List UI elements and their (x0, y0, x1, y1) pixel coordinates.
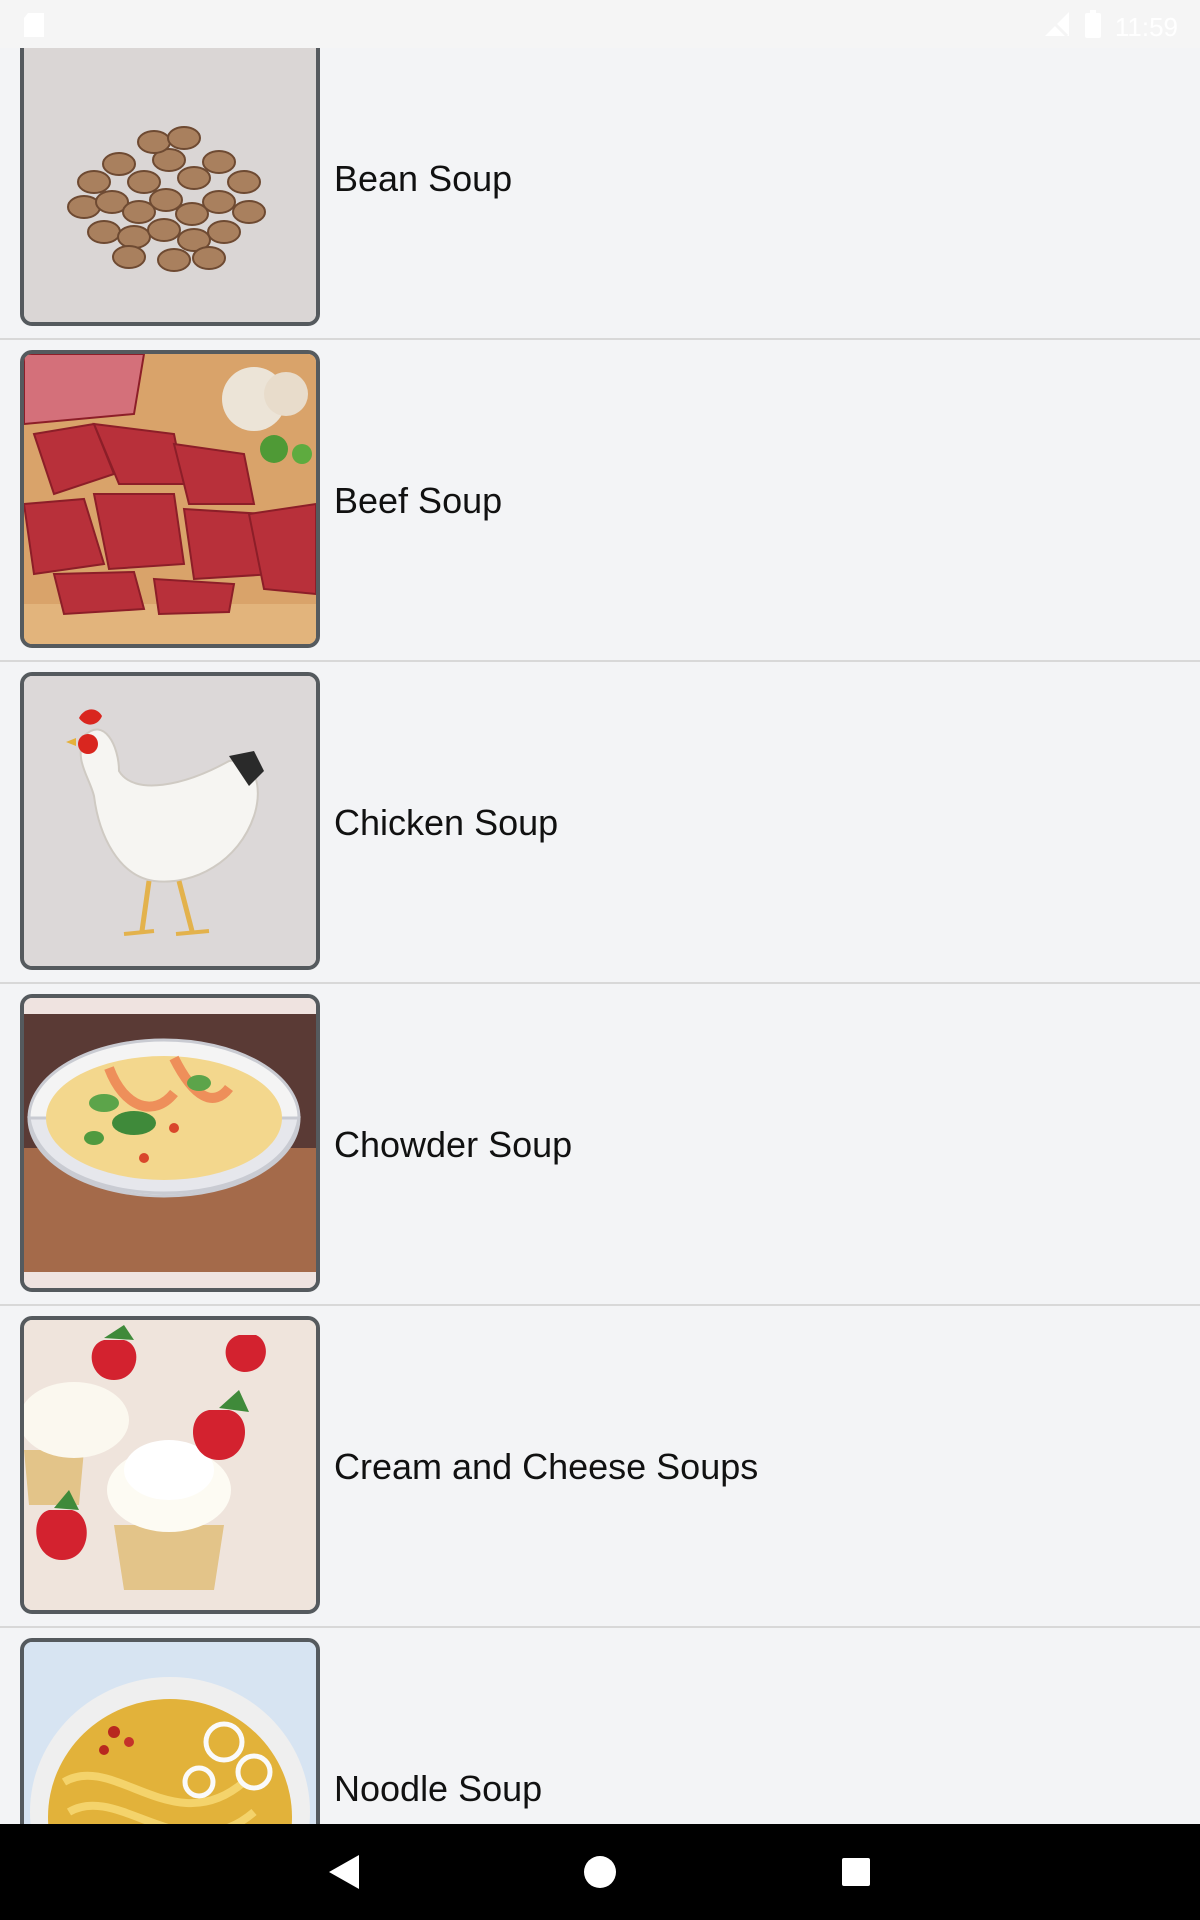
home-icon[interactable] (576, 1848, 624, 1896)
list-item-label: Chowder Soup (334, 1124, 573, 1165)
list-item-bean-soup[interactable]: Bean Soup (0, 48, 1200, 340)
list-item-label: Bean Soup (334, 158, 513, 199)
noodle-bowl-image (20, 1638, 320, 1824)
chicken-image (20, 672, 320, 970)
recents-icon[interactable] (832, 1848, 880, 1896)
beans-image (20, 48, 320, 326)
list-item-label: Cream and Cheese Soups (334, 1446, 759, 1487)
chowder-bowl-image (20, 994, 320, 1292)
status-icons: 11:59 (1043, 10, 1178, 45)
battery-icon (1084, 10, 1101, 45)
list-item-label: Noodle Soup (334, 1768, 543, 1809)
soup-category-list[interactable]: Bean Soup Beef Soup Chicken Soup Chowder… (0, 48, 1200, 1824)
sd-card-icon (22, 12, 46, 38)
cupcakes-image (20, 1316, 320, 1614)
status-time: 11:59 (1114, 12, 1178, 42)
signal-off-icon (1043, 10, 1071, 45)
list-item-label: Chicken Soup (334, 802, 559, 843)
back-icon[interactable] (320, 1848, 368, 1896)
status-bar: 11:59 (0, 0, 1200, 48)
list-item-chowder-soup[interactable]: Chowder Soup (0, 984, 1200, 1306)
list-item-chicken-soup[interactable]: Chicken Soup (0, 662, 1200, 984)
list-item-beef-soup[interactable]: Beef Soup (0, 340, 1200, 662)
list-item-label: Beef Soup (334, 480, 503, 521)
raw-beef-image (20, 350, 320, 648)
list-item-cream-and-cheese-soups[interactable]: Cream and Cheese Soups (0, 1306, 1200, 1628)
navigation-bar (0, 1824, 1200, 1920)
list-item-noodle-soup[interactable]: Noodle Soup (0, 1628, 1200, 1824)
